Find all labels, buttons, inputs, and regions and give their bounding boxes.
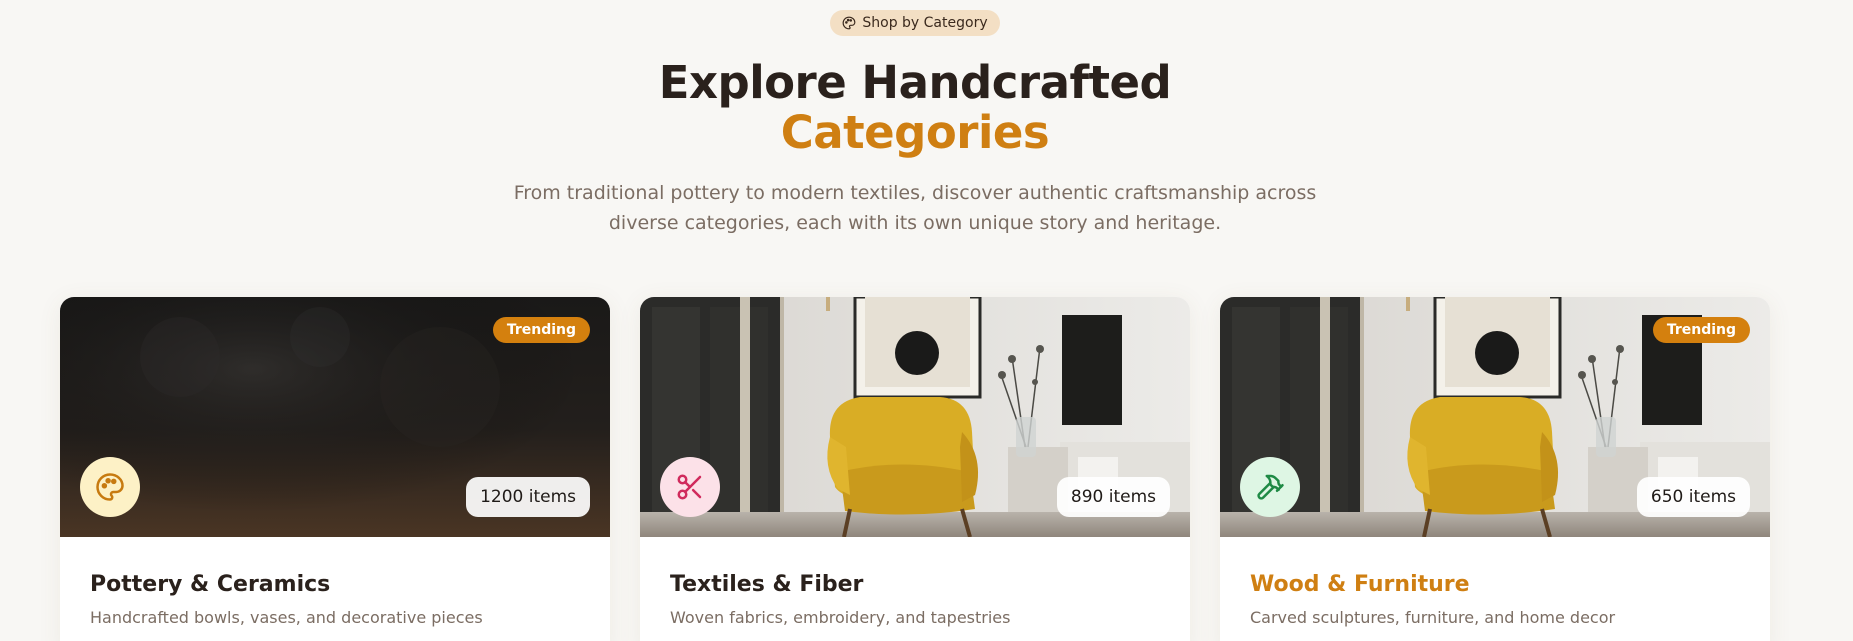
item-count-badge: 890 items bbox=[1056, 477, 1170, 517]
card-title[interactable]: Pottery & Ceramics bbox=[90, 571, 580, 599]
category-card-pottery[interactable]: Trending 1200 items Pottery & Ceramics H… bbox=[60, 297, 610, 641]
card-title[interactable]: Wood & Furniture bbox=[1250, 571, 1740, 599]
hammer-icon bbox=[1257, 474, 1284, 500]
title-line-1: Explore Handcrafted bbox=[658, 56, 1172, 109]
card-image: Trending 650 items bbox=[1220, 297, 1770, 537]
card-title[interactable]: Textiles & Fiber bbox=[670, 571, 1160, 599]
wood-icon-badge bbox=[1240, 457, 1300, 517]
section-subtitle: From traditional pottery to modern texti… bbox=[513, 182, 1317, 234]
card-image: 890 items bbox=[640, 297, 1190, 537]
section-title: Explore Handcrafted Categories bbox=[0, 58, 1830, 158]
card-description: Carved sculptures, furniture, and home d… bbox=[1250, 608, 1616, 627]
card-image: Trending 1200 items bbox=[60, 297, 610, 537]
item-count-badge: 1200 items bbox=[466, 477, 590, 517]
item-count-badge: 650 items bbox=[1636, 477, 1750, 517]
title-line-2: Categories bbox=[780, 106, 1050, 159]
scissors-icon bbox=[677, 474, 702, 500]
trending-badge: Trending bbox=[492, 317, 590, 343]
pottery-icon-badge bbox=[80, 457, 140, 517]
palette-icon bbox=[96, 473, 124, 501]
card-description: Woven fabrics, embroidery, and tapestrie… bbox=[670, 608, 1011, 627]
card-description: Handcrafted bowls, vases, and decorative… bbox=[90, 608, 483, 627]
category-pill-label: Shop by Category bbox=[862, 15, 988, 31]
category-pill: Shop by Category bbox=[830, 10, 1000, 36]
textiles-icon-badge bbox=[660, 457, 720, 517]
category-card-wood[interactable]: Trending 650 items Wood & Furniture Carv… bbox=[1220, 297, 1770, 641]
category-card-textiles[interactable]: 890 items Textiles & Fiber Woven fabrics… bbox=[640, 297, 1190, 641]
palette-icon bbox=[842, 16, 856, 30]
trending-badge: Trending bbox=[1652, 317, 1750, 343]
